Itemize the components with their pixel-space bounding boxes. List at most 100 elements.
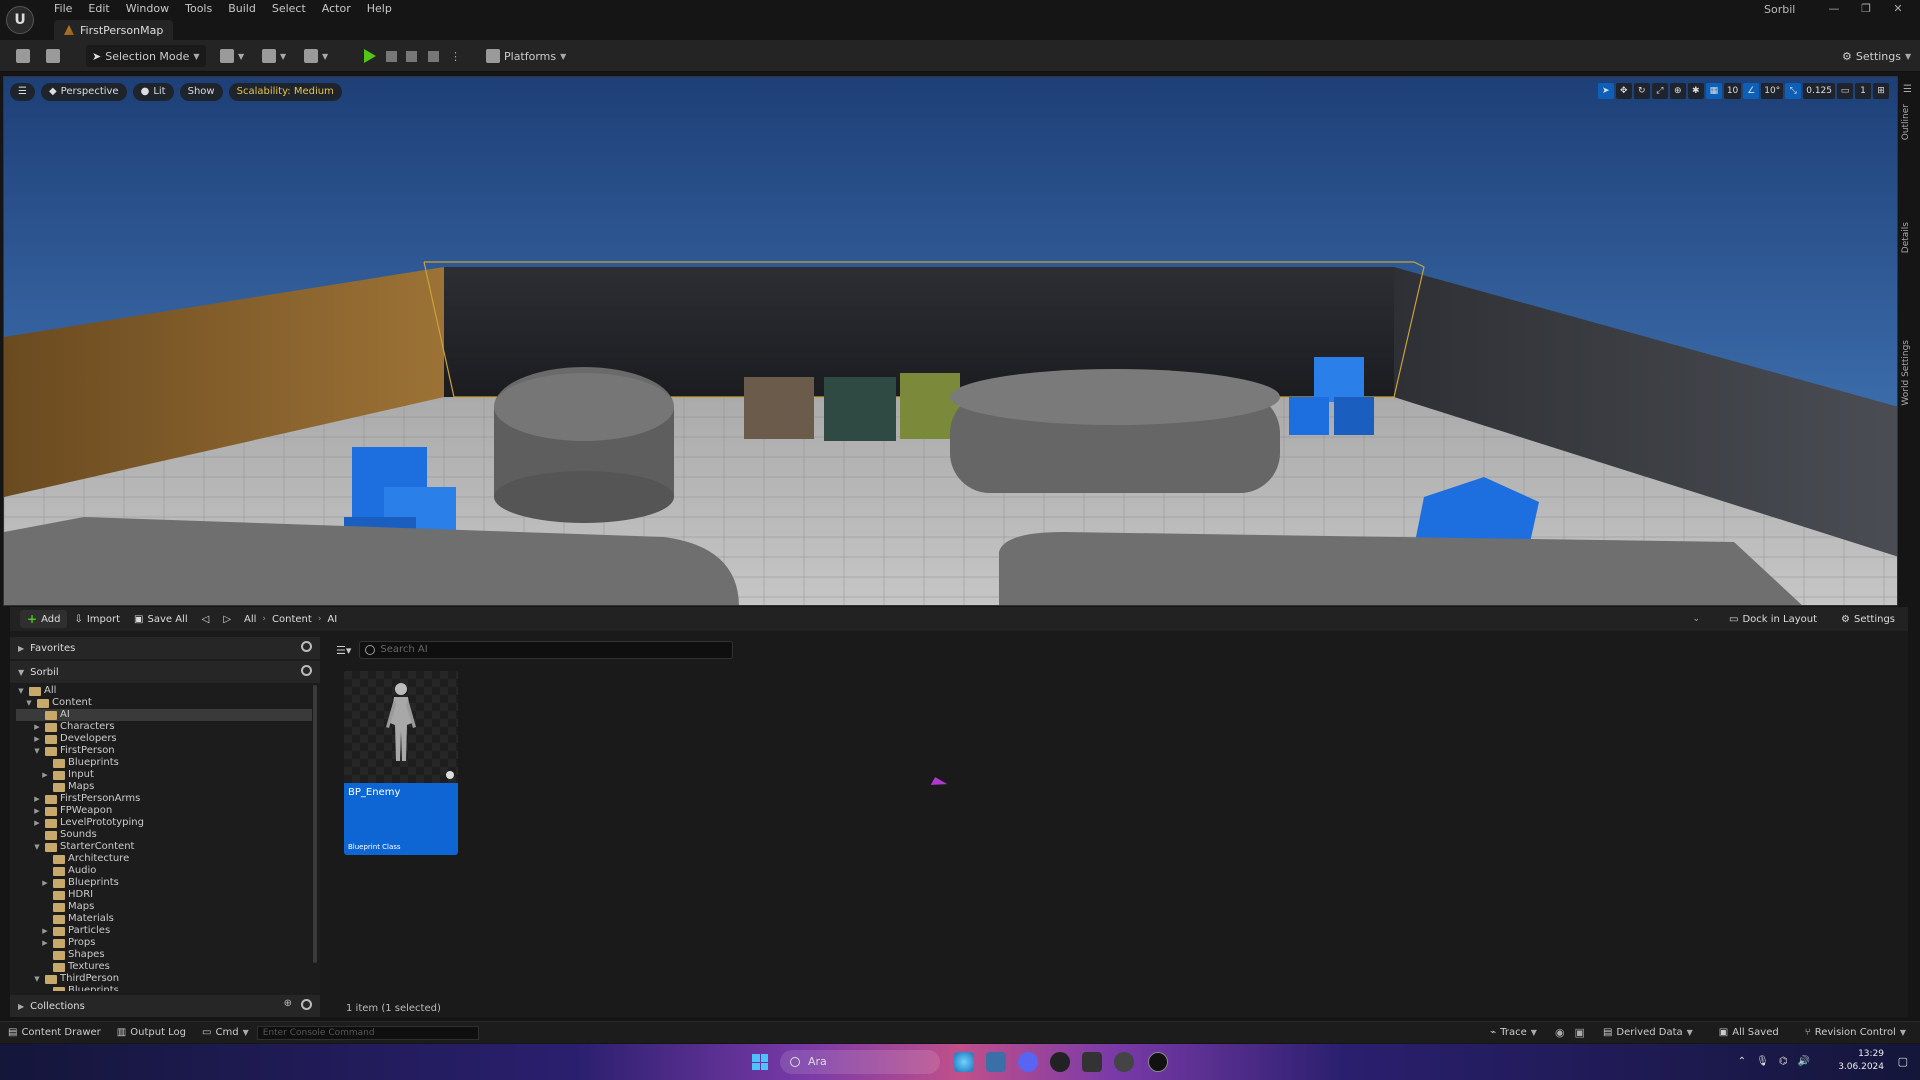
favorites-header[interactable]: ▶ Favorites [10, 637, 320, 659]
menu-actor[interactable]: Actor [314, 1, 359, 17]
console-command-input[interactable]: Enter Console Command [256, 1025, 479, 1040]
browse-button[interactable] [42, 45, 64, 67]
github-icon[interactable] [1050, 1052, 1070, 1072]
filter-icon[interactable]: ☰▾ [336, 644, 351, 657]
translate-tool-icon[interactable]: ✥ [1615, 83, 1632, 99]
windows-start-icon[interactable] [752, 1054, 768, 1070]
menu-window[interactable]: Window [118, 1, 177, 17]
import-button[interactable]: ⇩ Import [67, 610, 127, 628]
blueprints-button[interactable]: ▼ [258, 45, 290, 67]
chevron-down-icon[interactable]: ▼ [24, 697, 34, 709]
path-dropdown-chevron-icon[interactable]: ⌄ [1692, 614, 1700, 624]
file-explorer-icon[interactable] [986, 1052, 1006, 1072]
viewport-layout-icon[interactable]: ⊞ [1873, 83, 1889, 99]
chevron-down-icon[interactable]: ▼ [16, 685, 26, 697]
side-menu-icon[interactable]: ☰ [1903, 84, 1912, 95]
chevron-up-icon[interactable]: ⌃ [1738, 1056, 1746, 1067]
tree-item[interactable]: ▼ Content [16, 697, 312, 709]
settings-dropdown[interactable]: ⚙ Settings ▼ [1838, 45, 1915, 67]
close-icon[interactable]: ✕ [1882, 0, 1914, 18]
minimize-icon[interactable]: — [1818, 0, 1850, 18]
tree-item[interactable]: Shapes [16, 949, 312, 961]
rotation-snap-icon[interactable]: ∠ [1743, 83, 1760, 99]
tree-item[interactable]: ▶ FirstPersonArms [16, 793, 312, 805]
menu-file[interactable]: File [46, 1, 80, 17]
discord-icon[interactable] [1018, 1052, 1038, 1072]
world-space-icon[interactable]: ⊕ [1669, 83, 1686, 99]
viewport-options-button[interactable]: ☰ [10, 83, 35, 101]
add-button[interactable]: + Add [20, 610, 68, 628]
select-tool-icon[interactable]: ➤ [1597, 83, 1614, 99]
show-button[interactable]: Show [179, 83, 223, 101]
play-options-button[interactable]: ⋮ [446, 45, 465, 67]
history-forward-button[interactable]: ▷ [216, 610, 238, 628]
save-current-button[interactable] [12, 45, 34, 67]
advance-frame-button[interactable] [382, 45, 401, 67]
cinematics-button[interactable]: ▼ [300, 45, 332, 67]
tree-item[interactable]: ▶ Characters [16, 721, 312, 733]
scalability-badge[interactable]: Scalability: Medium [228, 83, 342, 101]
tree-item[interactable]: AI [16, 709, 312, 721]
breadcrumb-content[interactable]: Content [266, 614, 318, 625]
surface-snap-icon[interactable]: ✱ [1687, 83, 1704, 99]
scale-snap-icon[interactable]: ⤡ [1785, 83, 1802, 99]
rotate-tool-icon[interactable]: ↻ [1633, 83, 1650, 99]
tree-item[interactable]: Audio [16, 865, 312, 877]
taskbar-clock[interactable]: 13:29 3.06.2024 [1838, 1048, 1884, 1074]
chevron-right-icon[interactable]: ▶ [40, 925, 50, 937]
tree-item[interactable]: Materials [16, 913, 312, 925]
record-icon[interactable]: ◉ [1555, 1026, 1565, 1039]
tree-item[interactable]: ▶ Input [16, 769, 312, 781]
tree-item[interactable]: ▼ All [16, 685, 312, 697]
chevron-right-icon[interactable]: ▶ [32, 733, 42, 745]
rotation-snap-value[interactable]: 10° [1761, 83, 1784, 99]
eject-button[interactable] [424, 45, 443, 67]
tree-item[interactable]: Blueprints [16, 757, 312, 769]
chevron-right-icon[interactable]: ▶ [32, 817, 42, 829]
tree-item[interactable]: Maps [16, 781, 312, 793]
tab-world-settings[interactable]: World Settings [1901, 340, 1911, 406]
chevron-right-icon[interactable]: ▶ [40, 769, 50, 781]
notification-icon[interactable]: ▢ [1898, 1055, 1908, 1068]
chevron-down-icon[interactable]: ▼ [32, 745, 42, 757]
all-saved-button[interactable]: ▣ All Saved [1711, 1027, 1787, 1038]
screenshot-icon[interactable]: ▣ [1575, 1026, 1585, 1039]
dock-in-layout-button[interactable]: ▭ Dock in Layout [1722, 610, 1824, 628]
chevron-right-icon[interactable]: ▶ [32, 805, 42, 817]
menu-select[interactable]: Select [264, 1, 314, 17]
tree-scrollbar[interactable] [313, 685, 317, 963]
tree-item[interactable]: Sounds [16, 829, 312, 841]
tree-item[interactable]: Architecture [16, 853, 312, 865]
save-all-button[interactable]: ▣ Save All [127, 610, 195, 628]
search-icon[interactable] [301, 999, 312, 1010]
collections-header[interactable]: ▶ Collections ⊕ [10, 995, 320, 1017]
chevron-right-icon[interactable]: ▶ [32, 793, 42, 805]
perspective-button[interactable]: ◆ Perspective [40, 83, 127, 101]
tree-item[interactable]: HDRI [16, 889, 312, 901]
unreal-engine-taskbar-icon[interactable] [1148, 1052, 1168, 1072]
derived-data-dropdown[interactable]: ▤ Derived Data ▼ [1595, 1027, 1701, 1038]
tree-item[interactable]: ▶ LevelPrototyping [16, 817, 312, 829]
add-collection-icon[interactable]: ⊕ [284, 998, 292, 1009]
volume-icon[interactable]: 🔊 [1798, 1056, 1810, 1067]
selection-mode-dropdown[interactable]: ➤ Selection Mode ▼ [86, 45, 206, 67]
scale-tool-icon[interactable]: ⤢ [1651, 83, 1668, 99]
grid-snap-value[interactable]: 10 [1723, 83, 1742, 99]
tree-item[interactable]: Maps [16, 901, 312, 913]
tree-item[interactable]: ▶ Props [16, 937, 312, 949]
microphone-icon[interactable]: 🎙 [1756, 1056, 1769, 1067]
chevron-right-icon[interactable]: ▶ [40, 937, 50, 949]
tree-item[interactable]: ▼ FirstPerson [16, 745, 312, 757]
edge-browser-icon[interactable] [954, 1052, 974, 1072]
tree-item[interactable]: ▶ Particles [16, 925, 312, 937]
search-icon[interactable] [301, 641, 312, 652]
play-button[interactable] [360, 45, 380, 67]
camera-speed-icon[interactable]: ▭ [1837, 83, 1853, 99]
breadcrumb-ai[interactable]: AI [321, 614, 343, 625]
level-viewport[interactable]: ☰ ◆ Perspective ● Lit Show Scalability: Me… [3, 76, 1898, 606]
chevron-right-icon[interactable]: ▶ [40, 877, 50, 889]
tree-item[interactable]: ▶ Developers [16, 733, 312, 745]
chevron-down-icon[interactable]: ▼ [32, 973, 42, 985]
tab-details[interactable]: Details [1901, 222, 1911, 253]
asset-search-input[interactable]: Search AI [359, 641, 734, 659]
